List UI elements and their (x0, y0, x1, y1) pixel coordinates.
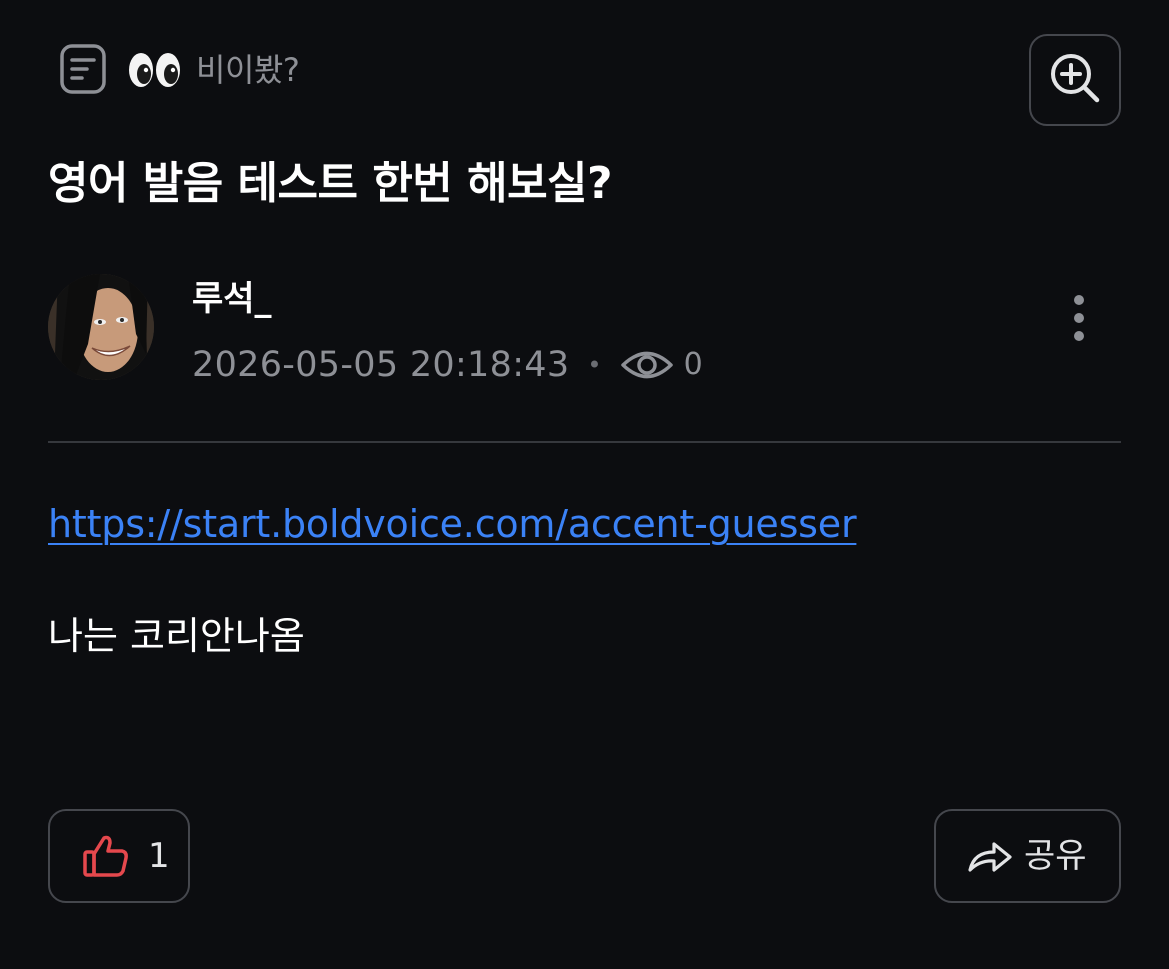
author-name[interactable]: 루석_ (192, 274, 272, 324)
like-button[interactable]: 1 (48, 809, 190, 903)
post-date: 2026-05-05 20:18:43 (192, 345, 570, 385)
eye-icon (620, 348, 674, 382)
post-view: 비이봤? 영어 발음 테스트 한번 해보실? 루석_ 2026-05-05 20… (0, 0, 1169, 969)
more-dot (1074, 313, 1084, 323)
divider (48, 441, 1121, 443)
meta-separator: • (587, 351, 602, 379)
share-label: 공유 (1024, 836, 1087, 876)
more-dot (1074, 331, 1084, 341)
post-body-text: 나는 코리안나옴 (48, 614, 305, 658)
like-count: 1 (148, 836, 170, 876)
category-label[interactable]: 비이봤? (196, 48, 300, 92)
thumbs-up-icon (82, 834, 130, 878)
post-link[interactable]: https://start.boldvoice.com/accent-guess… (48, 496, 857, 552)
list-document-icon[interactable] (60, 44, 106, 94)
more-options-button[interactable] (1058, 286, 1100, 350)
post-header: 비이봤? (48, 34, 1121, 130)
view-count: 0 (683, 347, 703, 382)
more-dot (1074, 295, 1084, 305)
avatar[interactable] (48, 274, 154, 380)
post-title: 영어 발음 테스트 한번 해보실? (48, 158, 613, 209)
eyes-emoji-icon (128, 52, 182, 88)
share-button[interactable]: 공유 (934, 809, 1121, 903)
zoom-button[interactable] (1029, 34, 1121, 126)
share-arrow-icon (966, 838, 1014, 874)
zoom-in-icon (1047, 50, 1103, 110)
post-meta: 2026-05-05 20:18:43 • 0 (192, 340, 703, 390)
